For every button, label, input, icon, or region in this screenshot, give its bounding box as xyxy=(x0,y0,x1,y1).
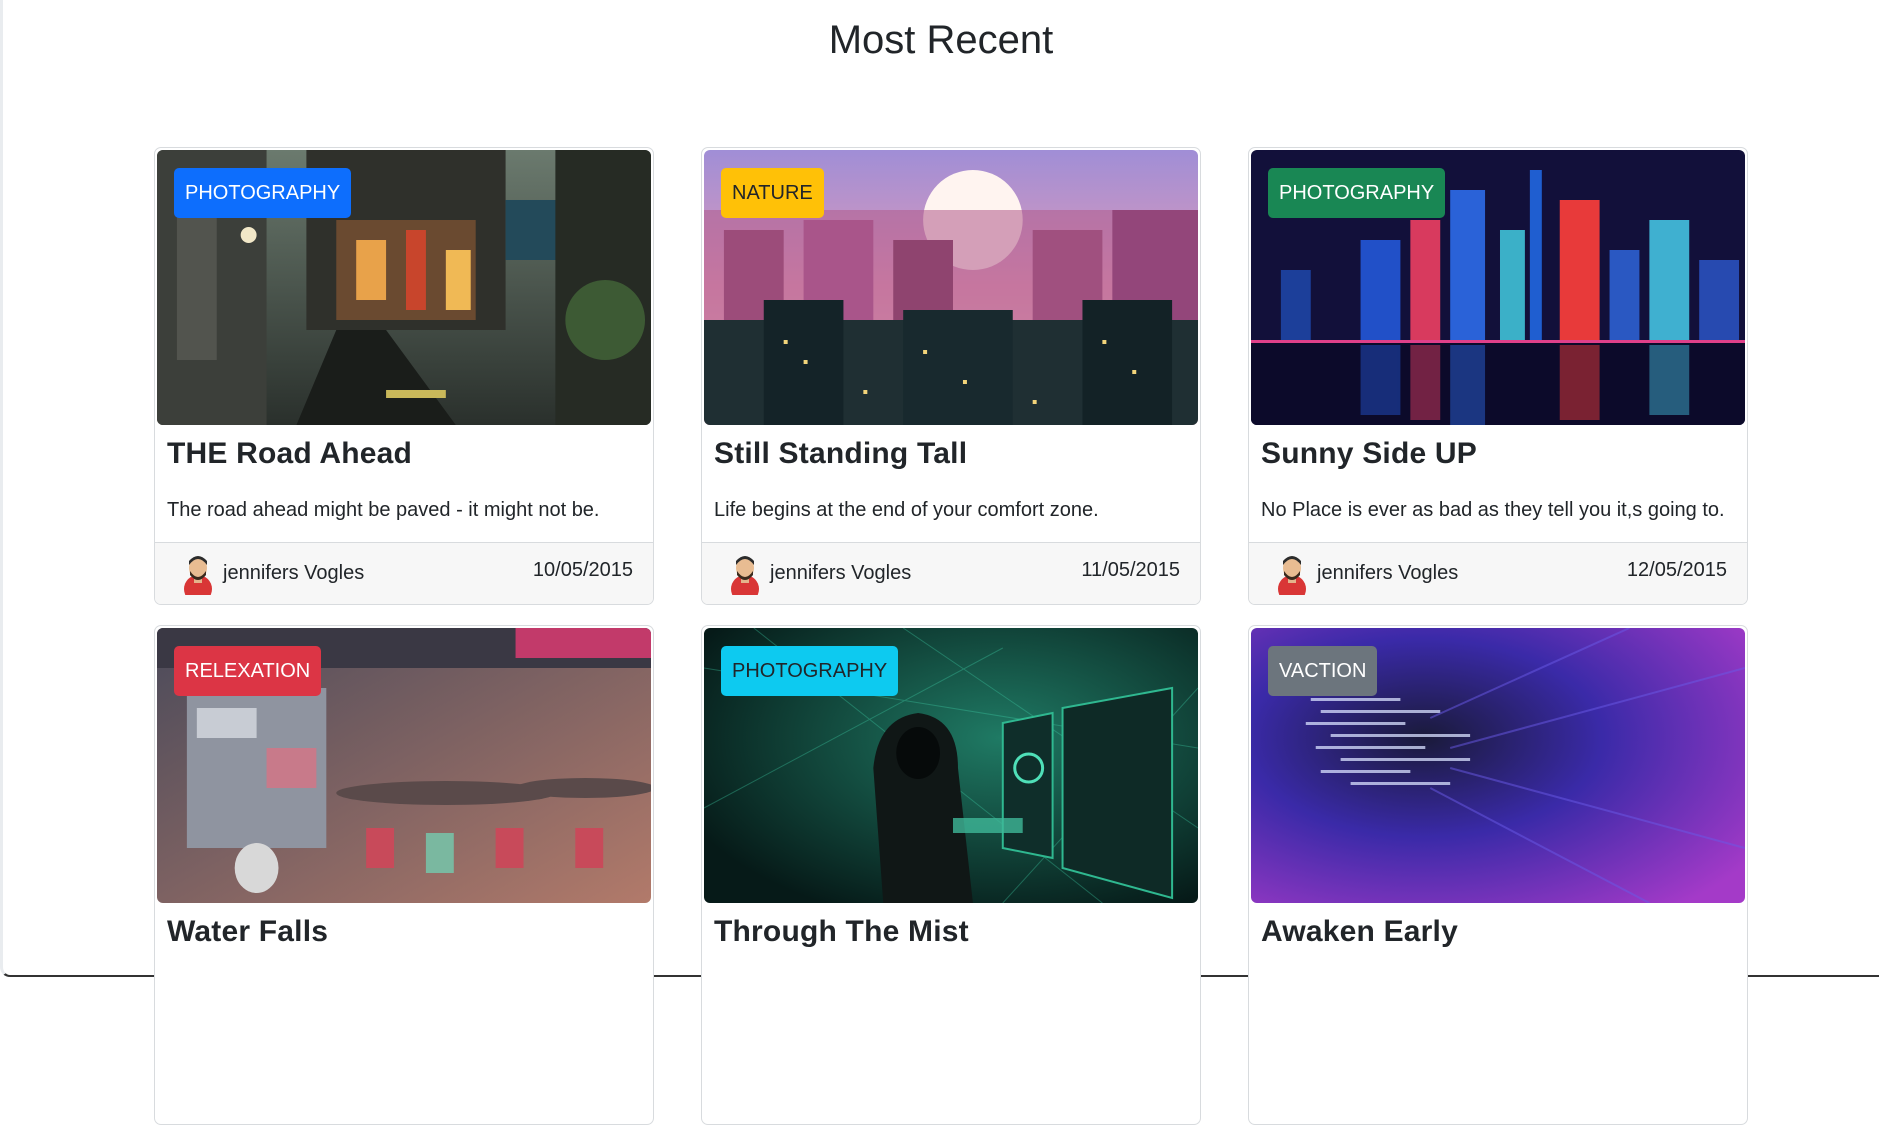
card-footer: jennifers Vogles 12/05/2015 xyxy=(1249,542,1747,604)
post-card[interactable]: VACTION Awaken Early xyxy=(1248,625,1748,1125)
author-name: jennifers Vogles xyxy=(223,562,365,584)
post-image[interactable]: NATURE xyxy=(704,150,1198,425)
card-footer: jennifers Vogles 10/05/2015 xyxy=(155,542,653,604)
post-image[interactable]: PHOTOGRAPHY xyxy=(704,628,1198,903)
post-title[interactable]: Sunny Side UP xyxy=(1261,437,1735,471)
post-image[interactable]: VACTION xyxy=(1251,628,1745,903)
post-excerpt: The road ahead might be paved - it might… xyxy=(167,499,600,521)
post-title[interactable]: Still Standing Tall xyxy=(714,437,1188,471)
section-title: Most Recent xyxy=(828,18,1054,62)
author-name: jennifers Vogles xyxy=(1317,562,1459,584)
avatar xyxy=(1278,555,1306,595)
post-excerpt: No Place is ever as bad as they tell you… xyxy=(1261,499,1725,521)
author-name: jennifers Vogles xyxy=(770,562,912,584)
post-title[interactable]: Through The Mist xyxy=(714,915,1188,949)
post-card[interactable]: PHOTOGRAPHY THE Road Ahead The road ahea… xyxy=(154,147,654,605)
post-title[interactable]: Water Falls xyxy=(167,915,641,949)
card-footer: jennifers Vogles 11/05/2015 xyxy=(702,542,1200,604)
avatar xyxy=(731,555,759,595)
post-title[interactable]: THE Road Ahead xyxy=(167,437,641,471)
post-date: 11/05/2015 xyxy=(1081,559,1180,581)
category-badge[interactable]: PHOTOGRAPHY xyxy=(721,646,899,696)
category-badge[interactable]: NATURE xyxy=(721,168,824,218)
category-badge[interactable]: RELEXATION xyxy=(174,646,322,696)
post-image[interactable]: PHOTOGRAPHY xyxy=(157,150,651,425)
author-info[interactable]: jennifers Vogles xyxy=(726,553,911,595)
posts-grid: PHOTOGRAPHY THE Road Ahead The road ahea… xyxy=(154,147,1748,1125)
post-excerpt: Life begins at the end of your comfort z… xyxy=(714,499,1099,521)
category-badge[interactable]: VACTION xyxy=(1268,646,1378,696)
avatar xyxy=(184,555,212,595)
post-title[interactable]: Awaken Early xyxy=(1261,915,1735,949)
post-card[interactable]: PHOTOGRAPHY Sunny Side UP No Place is ev… xyxy=(1248,147,1748,605)
author-info[interactable]: jennifers Vogles xyxy=(1273,553,1458,595)
category-badge[interactable]: PHOTOGRAPHY xyxy=(174,168,352,218)
category-badge[interactable]: PHOTOGRAPHY xyxy=(1268,168,1446,218)
post-date: 12/05/2015 xyxy=(1626,559,1727,581)
post-image[interactable]: RELEXATION xyxy=(157,628,651,903)
post-card[interactable]: NATURE Still Standing Tall Life begins a… xyxy=(701,147,1201,605)
author-info[interactable]: jennifers Vogles xyxy=(179,553,364,595)
post-card[interactable]: PHOTOGRAPHY Through The Mist xyxy=(701,625,1201,1125)
post-image[interactable]: PHOTOGRAPHY xyxy=(1251,150,1745,425)
post-card[interactable]: RELEXATION Water Falls xyxy=(154,625,654,1125)
post-date: 10/05/2015 xyxy=(532,559,633,581)
